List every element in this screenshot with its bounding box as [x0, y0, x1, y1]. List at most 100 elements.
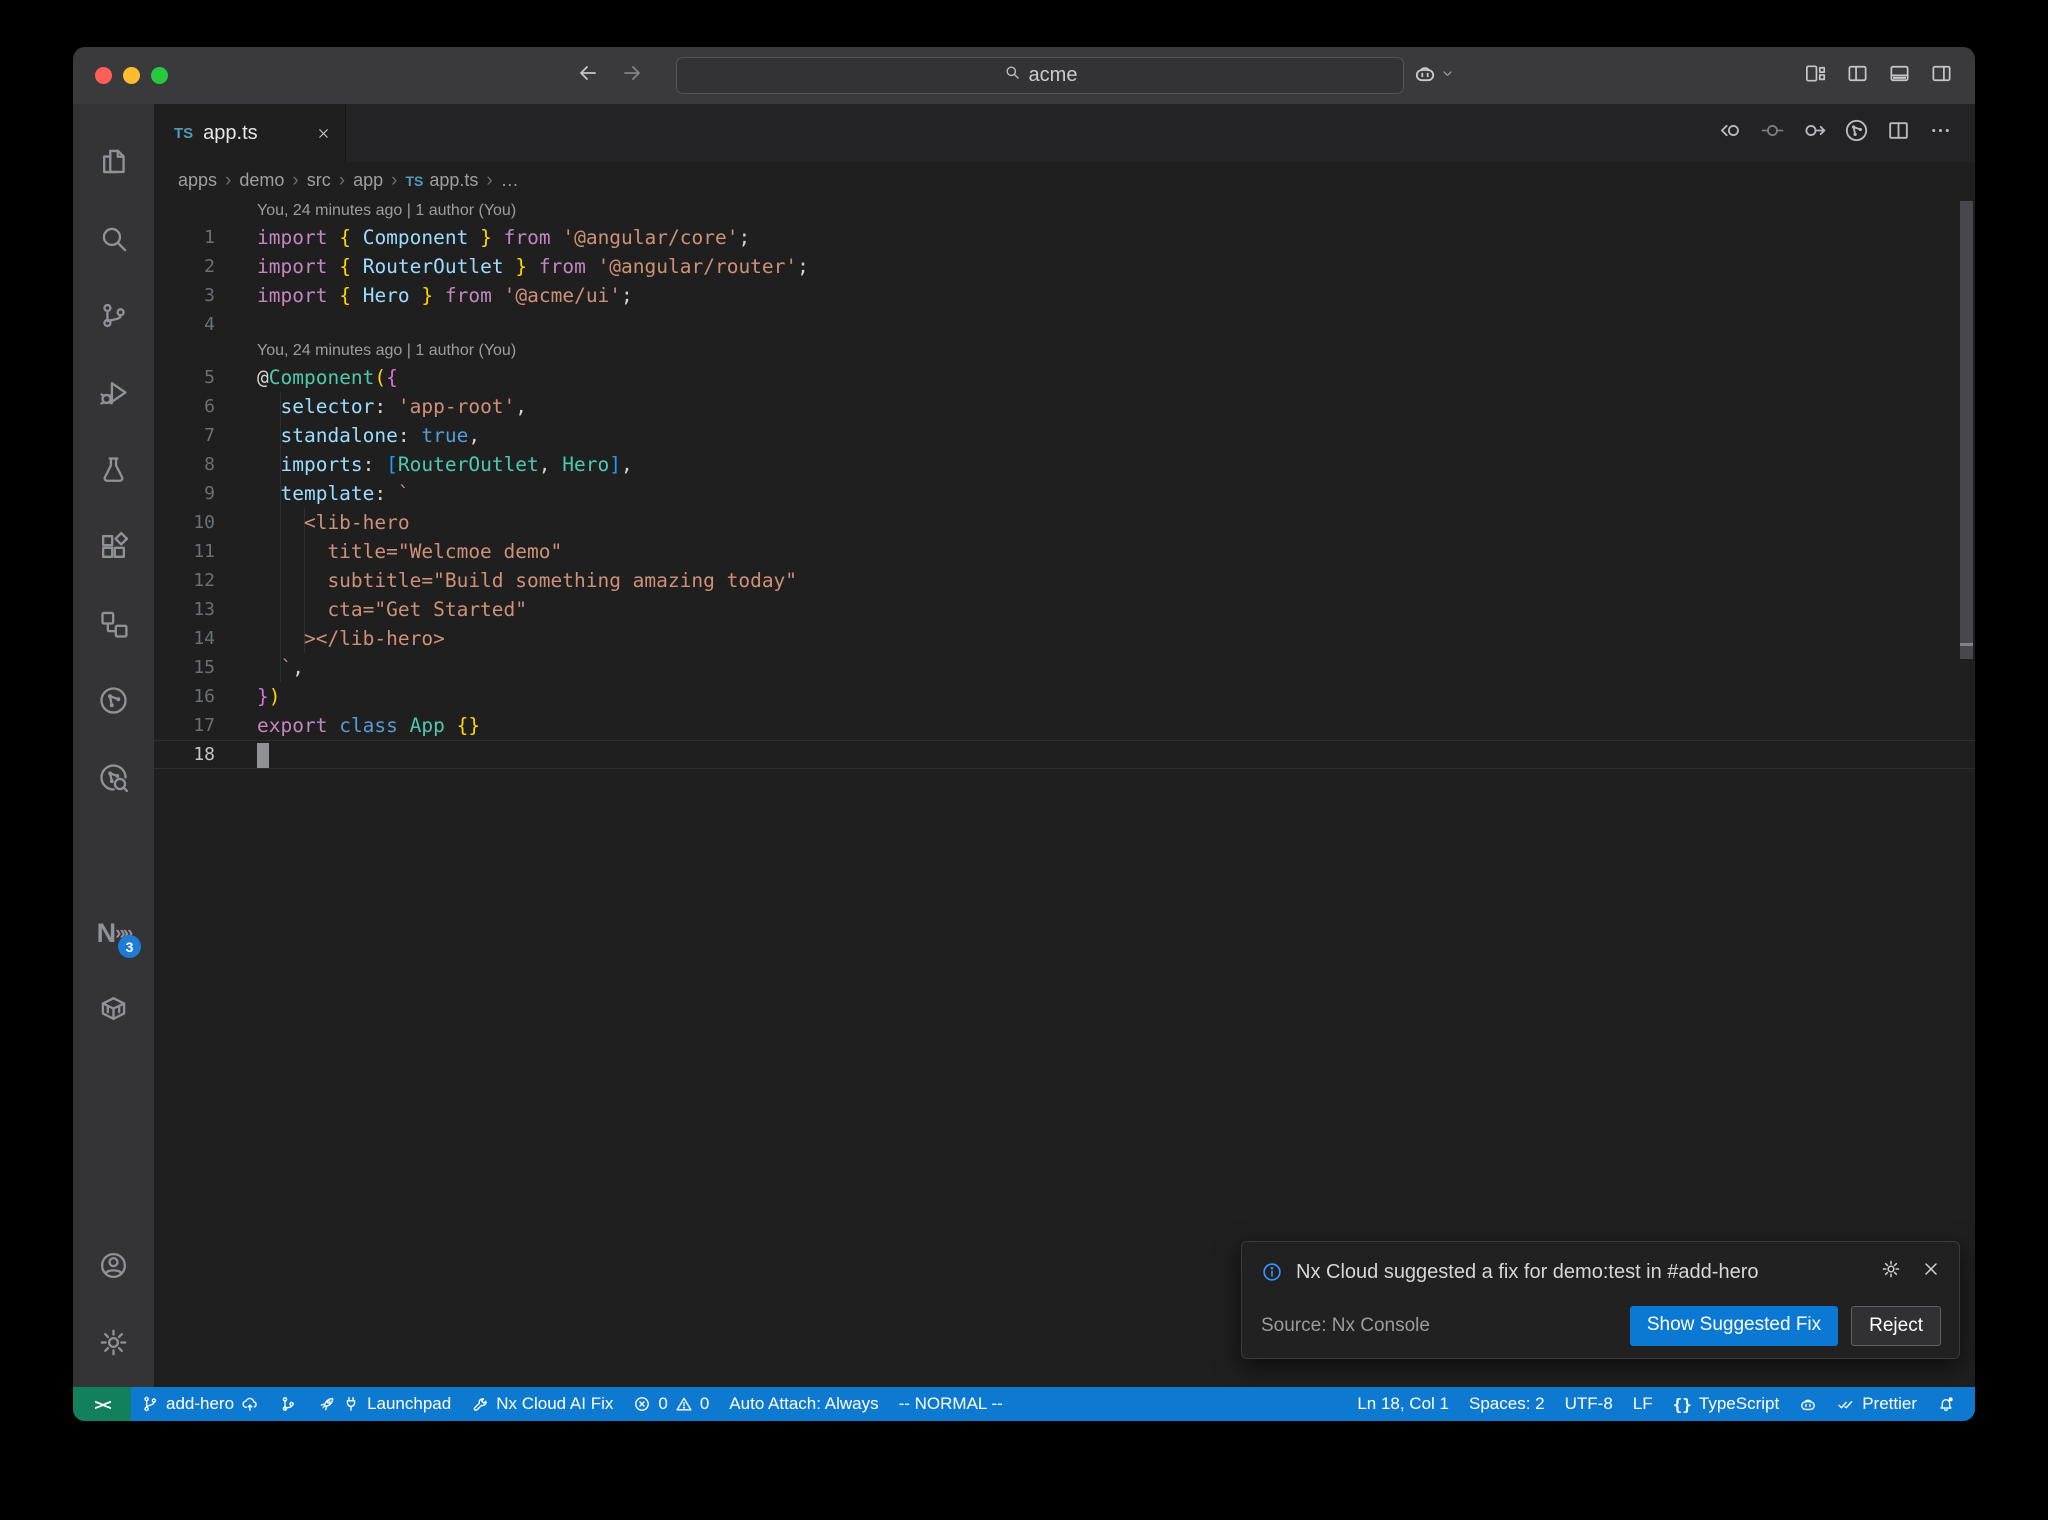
account-icon [98, 1250, 129, 1286]
status-launchpad[interactable]: Launchpad [307, 1387, 461, 1421]
activity-item-run-and-debug[interactable] [73, 356, 154, 433]
history-forward-icon[interactable] [620, 61, 644, 90]
status-auto-attach[interactable]: Auto Attach: Always [719, 1387, 888, 1421]
activity-item-explorer[interactable] [73, 125, 154, 202]
status-indentation[interactable]: Spaces: 2 [1459, 1387, 1555, 1421]
toggle-primary-sidebar-icon[interactable] [1846, 62, 1869, 90]
breadcrumb-item[interactable]: apps [178, 170, 217, 191]
code-line[interactable]: 9 template: ` [154, 479, 1975, 508]
status-eol[interactable]: LF [1623, 1387, 1663, 1421]
reject-button[interactable]: Reject [1851, 1306, 1941, 1346]
activity-item-nx-console[interactable]: N»» 3 [73, 895, 154, 972]
text-cursor [257, 743, 269, 768]
line-number: 4 [204, 314, 215, 335]
command-center-search[interactable]: acme [676, 57, 1404, 94]
code-line[interactable]: 7 standalone: true, [154, 421, 1975, 450]
breadcrumb-item[interactable]: src [307, 170, 331, 191]
code-line[interactable]: 8 imports: [RouterOutlet, Hero], [154, 450, 1975, 479]
status-bar: >< add-hero Launchpad Nx Cloud AI Fix 0 0 Auto… [73, 1387, 1975, 1421]
nav-back-icon[interactable] [1718, 118, 1743, 148]
status-copilot-status[interactable] [1789, 1387, 1827, 1421]
info-icon [1261, 1261, 1283, 1283]
status-formatter-prettier[interactable]: Prettier [1827, 1387, 1927, 1421]
code-line[interactable]: 1 import { Component } from '@angular/cor… [154, 223, 1975, 252]
breadcrumb-item[interactable]: demo [239, 170, 284, 191]
line-number: 14 [193, 628, 215, 649]
breadcrumb-separator: › [292, 169, 299, 191]
status-cursor-position[interactable]: Ln 18, Col 1 [1347, 1387, 1459, 1421]
history-back-icon[interactable] [576, 61, 600, 90]
status-notifications[interactable] [1927, 1387, 1965, 1421]
status-source-control-graph[interactable] [269, 1387, 307, 1421]
toggle-secondary-sidebar-icon[interactable] [1930, 62, 1953, 90]
line-number: 1 [204, 227, 215, 248]
code-line[interactable]: 2 import { RouterOutlet } from '@angular/… [154, 252, 1975, 281]
code-line[interactable]: 6 selector: 'app-root', [154, 392, 1975, 421]
vertical-scrollbar[interactable] [1960, 199, 1974, 1387]
code-text: }) [257, 685, 281, 708]
editor-pane[interactable]: You, 24 minutes ago | 1 author (You) 1 imp… [154, 199, 1975, 1387]
status-language-mode[interactable]: {} TypeScript [1663, 1387, 1790, 1421]
nav-forward-icon[interactable] [1802, 118, 1827, 148]
notification-close-icon[interactable] [1921, 1259, 1941, 1285]
cloud-up-icon [241, 1395, 259, 1413]
nav-location-icon[interactable] [1760, 118, 1785, 148]
toggle-panel-icon[interactable] [1888, 62, 1911, 90]
codelens-annotation[interactable]: You, 24 minutes ago | 1 author (You) [154, 339, 1975, 363]
activity-item-nx-project-graph[interactable] [73, 664, 154, 741]
status-label: Nx Cloud AI Fix [496, 1394, 614, 1413]
code-line[interactable]: 14 ></lib-hero> [154, 624, 1975, 653]
status-label: 0 [658, 1394, 668, 1413]
line-number: 3 [204, 285, 215, 306]
window-controls [95, 67, 168, 84]
code-line[interactable]: 12 subtitle="Build something amazing tod… [154, 566, 1975, 595]
breadcrumb-separator: › [486, 169, 493, 191]
code-line[interactable]: 11 title="Welcmoe demo" [154, 537, 1975, 566]
zoom-window-button[interactable] [151, 67, 168, 84]
codelens-annotation[interactable]: You, 24 minutes ago | 1 author (You) [154, 199, 1975, 223]
code-line[interactable]: 18 [154, 740, 1975, 769]
breadcrumb-item[interactable]: … [501, 170, 519, 191]
tab-app-ts[interactable]: TS app.ts [154, 104, 346, 162]
code-line[interactable]: 3 import { Hero } from '@acme/ui'; [154, 281, 1975, 310]
activity-item-search[interactable] [73, 202, 154, 279]
close-tab-icon[interactable] [316, 126, 331, 141]
activity-item-manage[interactable] [73, 1306, 154, 1383]
notification-settings-icon[interactable] [1881, 1259, 1901, 1285]
code-line[interactable]: 13 cta="Get Started" [154, 595, 1975, 624]
scrollbar-thumb[interactable] [1960, 201, 1973, 659]
activity-item-testing[interactable] [73, 433, 154, 510]
customize-layout-icon[interactable] [1804, 62, 1827, 90]
split-editor-icon[interactable] [1886, 118, 1911, 148]
activity-item-extensions[interactable] [73, 510, 154, 587]
status-vim-mode[interactable]: -- NORMAL -- [889, 1387, 1013, 1421]
status-nx-cloud-ai-fix[interactable]: Nx Cloud AI Fix [461, 1387, 623, 1421]
show-suggested-fix-button[interactable]: Show Suggested Fix [1629, 1306, 1839, 1346]
copilot-menu[interactable] [1413, 47, 1455, 104]
warning-icon [675, 1395, 693, 1413]
breadcrumb-item[interactable]: app [353, 170, 383, 191]
minimize-window-button[interactable] [123, 67, 140, 84]
activity-item-accounts[interactable] [73, 1229, 154, 1306]
activity-item-dev-containers[interactable] [73, 972, 154, 1049]
activity-item-nx-hierarchy[interactable] [73, 587, 154, 664]
line-number: 15 [193, 657, 215, 678]
close-window-button[interactable] [95, 67, 112, 84]
activity-item-edge-devtools[interactable] [73, 818, 154, 895]
status-problems[interactable]: 00 [623, 1387, 719, 1421]
activity-item-source-control[interactable] [73, 279, 154, 356]
code-line[interactable]: 10 <lib-hero [154, 508, 1975, 537]
activity-item-nx-project-details[interactable] [73, 741, 154, 818]
code-line[interactable]: 16}) [154, 682, 1975, 711]
code-line[interactable]: 5 @Component({ [154, 363, 1975, 392]
status-encoding[interactable]: UTF-8 [1555, 1387, 1623, 1421]
code-line[interactable]: 17 export class App {} [154, 711, 1975, 740]
status-branch-add-hero[interactable]: add-hero [131, 1387, 269, 1421]
code-line[interactable]: 4 [154, 310, 1975, 339]
breadcrumb-item[interactable]: app.ts [429, 170, 478, 191]
code-line[interactable]: 15 `, [154, 653, 1975, 682]
nx-target-graph-icon[interactable] [1844, 118, 1869, 148]
status-remote-indicator[interactable]: >< [73, 1387, 131, 1421]
extensions-icon [98, 531, 129, 567]
more-actions-icon[interactable] [1928, 118, 1953, 148]
